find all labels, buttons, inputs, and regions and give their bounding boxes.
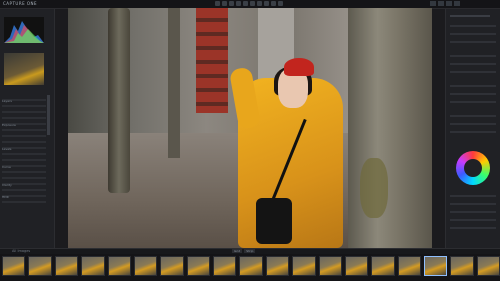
histogram xyxy=(4,17,44,43)
panel-section-header[interactable]: Exposure xyxy=(2,123,46,127)
panel-section-header[interactable]: Curve xyxy=(2,165,46,169)
toolbar-tool-icon[interactable] xyxy=(250,1,255,6)
toolbar-tool-icon[interactable] xyxy=(222,1,227,6)
photo-bag xyxy=(256,198,292,244)
toolbar-right-group xyxy=(430,1,460,6)
slider-row[interactable] xyxy=(2,153,46,155)
toolbar-tool-icon[interactable] xyxy=(264,1,269,6)
slider-row[interactable] xyxy=(2,189,46,191)
slider-row[interactable] xyxy=(450,71,496,73)
panel-section-header[interactable]: Layers xyxy=(2,99,46,103)
slider-row[interactable] xyxy=(450,219,496,221)
slider-row[interactable] xyxy=(450,41,496,43)
app-logo: CAPTURE ONE xyxy=(3,1,38,6)
slider-row[interactable] xyxy=(2,111,46,113)
slider-row[interactable] xyxy=(2,171,46,173)
toolbar-tool-icon[interactable] xyxy=(278,1,283,6)
filmstrip-thumbnail[interactable] xyxy=(397,256,421,276)
filmstrip-thumbnail[interactable] xyxy=(239,256,263,276)
photo-subject-hat xyxy=(284,58,314,76)
slider-row[interactable] xyxy=(450,203,496,205)
slider-row[interactable] xyxy=(2,201,46,203)
filmstrip-thumbnail[interactable] xyxy=(133,256,158,276)
left-panel-scrollbar[interactable] xyxy=(47,95,50,135)
filmstrip-thumbnail[interactable] xyxy=(424,256,448,276)
photo-red-building xyxy=(196,8,228,113)
toolbar-view-icon[interactable] xyxy=(446,1,452,6)
toolbar-tool-icon[interactable] xyxy=(243,1,248,6)
photo-tree-trunk xyxy=(348,8,432,248)
filmstrip-thumbnail[interactable] xyxy=(54,256,79,276)
right-tool-panel xyxy=(445,9,500,248)
slider-row[interactable] xyxy=(450,131,496,133)
slider-row[interactable] xyxy=(450,195,496,197)
filmstrip-thumbnail[interactable] xyxy=(81,256,105,276)
toolbar-view-icon[interactable] xyxy=(454,1,460,6)
slider-row[interactable] xyxy=(450,211,496,213)
color-balance-wheel[interactable] xyxy=(456,151,490,185)
filmstrip-thumbnail[interactable] xyxy=(186,256,210,276)
filmstrip-thumbnail[interactable] xyxy=(371,256,395,276)
panel-tabs[interactable] xyxy=(450,15,490,17)
slider-row[interactable] xyxy=(2,105,46,107)
slider-row[interactable] xyxy=(2,159,46,161)
slider-row[interactable] xyxy=(450,93,496,95)
tab-strip[interactable]: Strip xyxy=(244,249,256,253)
slider-row[interactable] xyxy=(450,101,496,103)
filmstrip-view-tabs: Grid Strip xyxy=(232,249,256,253)
toolbar-tool-icon[interactable] xyxy=(215,1,220,6)
filmstrip-thumbnail[interactable] xyxy=(318,256,342,276)
filmstrip-thumbnail[interactable] xyxy=(160,256,184,276)
toolbar-tool-icon[interactable] xyxy=(257,1,262,6)
slider-row[interactable] xyxy=(2,141,46,143)
slider-row[interactable] xyxy=(450,85,496,87)
toolbar-view-icon[interactable] xyxy=(438,1,444,6)
slider-row[interactable] xyxy=(450,227,496,229)
slider-row[interactable] xyxy=(450,55,496,57)
slider-row[interactable] xyxy=(450,33,496,35)
slider-row[interactable] xyxy=(450,63,496,65)
histogram-graph xyxy=(4,21,44,43)
filmstrip-collection-label: All Images xyxy=(12,249,31,253)
photo-moss xyxy=(360,158,388,218)
filmstrip xyxy=(0,254,500,281)
filmstrip-thumbnail[interactable] xyxy=(476,256,500,276)
toolbar-tool-icon[interactable] xyxy=(271,1,276,6)
filmstrip-thumbnail[interactable] xyxy=(450,256,474,276)
toolbar-icon-group xyxy=(215,1,283,6)
panel-section-header[interactable]: Levels xyxy=(2,147,46,151)
slider-row[interactable] xyxy=(450,25,496,27)
toolbar-tool-icon[interactable] xyxy=(229,1,234,6)
slider-row[interactable] xyxy=(2,129,46,131)
panel-section-header[interactable]: HDR xyxy=(2,195,46,199)
adjustment-list: Layers Exposure Levels Curve Clarity HDR xyxy=(2,95,46,207)
tab-grid[interactable]: Grid xyxy=(232,249,243,253)
filmstrip-thumbnail[interactable] xyxy=(107,256,131,276)
filmstrip-thumbnail[interactable] xyxy=(344,256,369,276)
photo-tree xyxy=(168,8,180,158)
slider-row[interactable] xyxy=(2,135,46,137)
slider-row[interactable] xyxy=(450,115,496,117)
filmstrip-thumbnail[interactable] xyxy=(2,256,26,276)
toolbar-tool-icon[interactable] xyxy=(236,1,241,6)
slider-row[interactable] xyxy=(450,123,496,125)
filmstrip-thumbnail[interactable] xyxy=(213,256,237,276)
navigator-thumbnail[interactable] xyxy=(4,53,44,85)
slider-row[interactable] xyxy=(2,117,46,119)
panel-section-header[interactable]: Clarity xyxy=(2,183,46,187)
filmstrip-thumbnail[interactable] xyxy=(265,256,290,276)
filmstrip-thumbnail[interactable] xyxy=(28,256,52,276)
slider-row[interactable] xyxy=(2,177,46,179)
photo-tree xyxy=(108,8,130,193)
left-tool-panel: Layers Exposure Levels Curve Clarity HDR xyxy=(0,9,55,248)
toolbar-view-icon[interactable] xyxy=(430,1,436,6)
main-image-viewer[interactable] xyxy=(68,8,432,248)
filmstrip-thumbnail[interactable] xyxy=(292,256,316,276)
